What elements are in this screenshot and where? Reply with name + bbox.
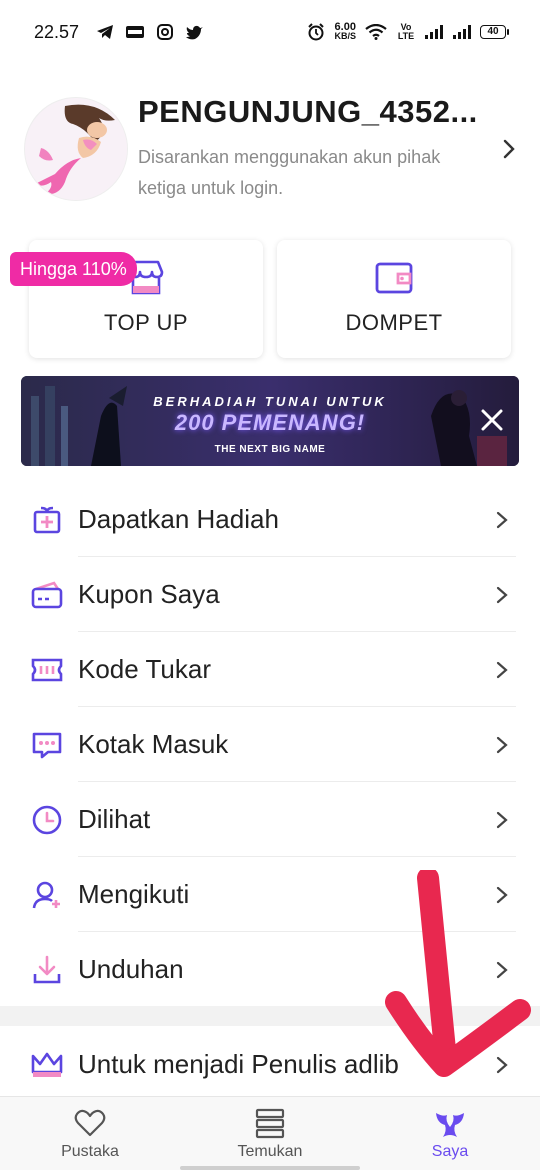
banner-subtitle: THE NEXT BIG NAME [214, 444, 326, 455]
profile-chevron-icon [486, 138, 516, 160]
wallet-label: DOMPET [345, 310, 443, 335]
menu-label: Kode Tukar [78, 654, 211, 684]
mermaid-tail-icon [433, 1107, 467, 1139]
gift-icon [30, 503, 64, 537]
menu-item-history[interactable]: Dilihat [0, 782, 540, 857]
status-left: 22.57 [34, 22, 205, 43]
menu-item-rewards[interactable]: Dapatkan Hadiah [0, 482, 540, 557]
profile-name: PENGUNJUNG_4352... [138, 94, 478, 129]
chevron-right-icon [494, 810, 510, 830]
nav-tab-profile[interactable]: Saya [360, 1097, 540, 1170]
profile-header[interactable]: PENGUNJUNG_4352... Disarankan menggunaka… [24, 94, 516, 204]
chevron-right-icon [494, 585, 510, 605]
menu-label: Kotak Masuk [78, 729, 229, 759]
menu-item-following[interactable]: Mengikuti [0, 857, 540, 932]
banner-winners: 200 PEMENANG! [174, 410, 366, 435]
menu-label: Untuk menjadi Penulis adlib [78, 1049, 399, 1079]
menu-list: Dapatkan Hadiah Kupon Saya Kode Tukar Ko… [0, 482, 540, 1007]
banner-close-icon[interactable] [479, 407, 505, 433]
banner-headline: BERHADIAH TUNAI UNTUK [153, 394, 387, 409]
mermaid-avatar-icon [25, 98, 127, 200]
topup-label: TOP UP [103, 310, 189, 335]
wallet-button[interactable]: DOMPET [277, 240, 511, 358]
instagram-icon [155, 23, 175, 41]
signal-icon [452, 23, 472, 41]
crown-icon [30, 1048, 64, 1082]
telegram-icon [95, 23, 115, 41]
login-hint: Disarankan menggunakan akun pihak ketiga… [138, 147, 441, 198]
profile-page: 22.57 6.00 KB/S Vo LTE 40 PENGUNJUNG_435… [0, 0, 540, 1170]
section-divider [0, 1006, 540, 1026]
menu-item-inbox[interactable]: Kotak Masuk [0, 707, 540, 782]
chevron-right-icon [494, 510, 510, 530]
menu-item-coupons[interactable]: Kupon Saya [0, 557, 540, 632]
wallet-icon [374, 258, 414, 298]
coupon-icon [30, 578, 64, 612]
ticket-icon [30, 653, 64, 687]
menu-label: Dilihat [78, 804, 151, 834]
nav-label: Pustaka [61, 1142, 119, 1160]
status-bar: 22.57 6.00 KB/S Vo LTE 40 [0, 0, 540, 64]
message-icon [30, 728, 64, 762]
avatar[interactable] [24, 97, 128, 201]
menu-item-downloads[interactable]: Unduhan [0, 932, 540, 1007]
download-icon [30, 953, 64, 987]
heart-icon [73, 1107, 107, 1139]
menu-label: Kupon Saya [78, 579, 220, 609]
home-indicator [180, 1166, 360, 1170]
chevron-right-icon [494, 735, 510, 755]
topup-bonus-badge: Hingga 110% [10, 252, 137, 286]
wifi-icon [364, 23, 388, 41]
chevron-right-icon [494, 960, 510, 980]
status-right: 6.00 KB/S Vo LTE 40 [306, 22, 509, 41]
signal-icon [424, 23, 444, 41]
menu-label: Dapatkan Hadiah [78, 504, 279, 534]
stack-icon [253, 1107, 287, 1139]
bottom-nav: Pustaka Temukan Saya [0, 1096, 540, 1170]
status-time: 22.57 [34, 21, 80, 42]
battery-indicator: 40 [480, 25, 509, 39]
nav-tab-discover[interactable]: Temukan [180, 1097, 360, 1170]
volte-indicator: Vo LTE [397, 22, 415, 41]
network-speed: 6.00 KB/S [334, 22, 356, 41]
menu-item-become-writer[interactable]: Untuk menjadi Penulis adlib [0, 1027, 540, 1102]
chevron-right-icon [494, 660, 510, 680]
clock-icon [30, 803, 64, 837]
profile-text: PENGUNJUNG_4352... Disarankan menggunaka… [138, 94, 486, 204]
nav-tab-library[interactable]: Pustaka [0, 1097, 180, 1170]
chevron-right-icon [494, 1055, 510, 1075]
user-plus-icon [30, 878, 64, 912]
alarm-icon [306, 23, 326, 41]
menu-label: Unduhan [78, 954, 184, 984]
webtoon-icon [125, 23, 145, 41]
menu-item-redeem-code[interactable]: Kode Tukar [0, 632, 540, 707]
nav-label: Saya [431, 1142, 469, 1160]
chevron-right-icon [494, 885, 510, 905]
twitter-icon [185, 23, 205, 41]
network-speed-unit: KB/S [334, 31, 356, 41]
nav-label: Temukan [237, 1142, 303, 1160]
menu-label: Mengikuti [78, 879, 190, 909]
promo-banner[interactable]: BERHADIAH TUNAI UNTUK 200 PEMENANG! THE … [21, 376, 519, 466]
